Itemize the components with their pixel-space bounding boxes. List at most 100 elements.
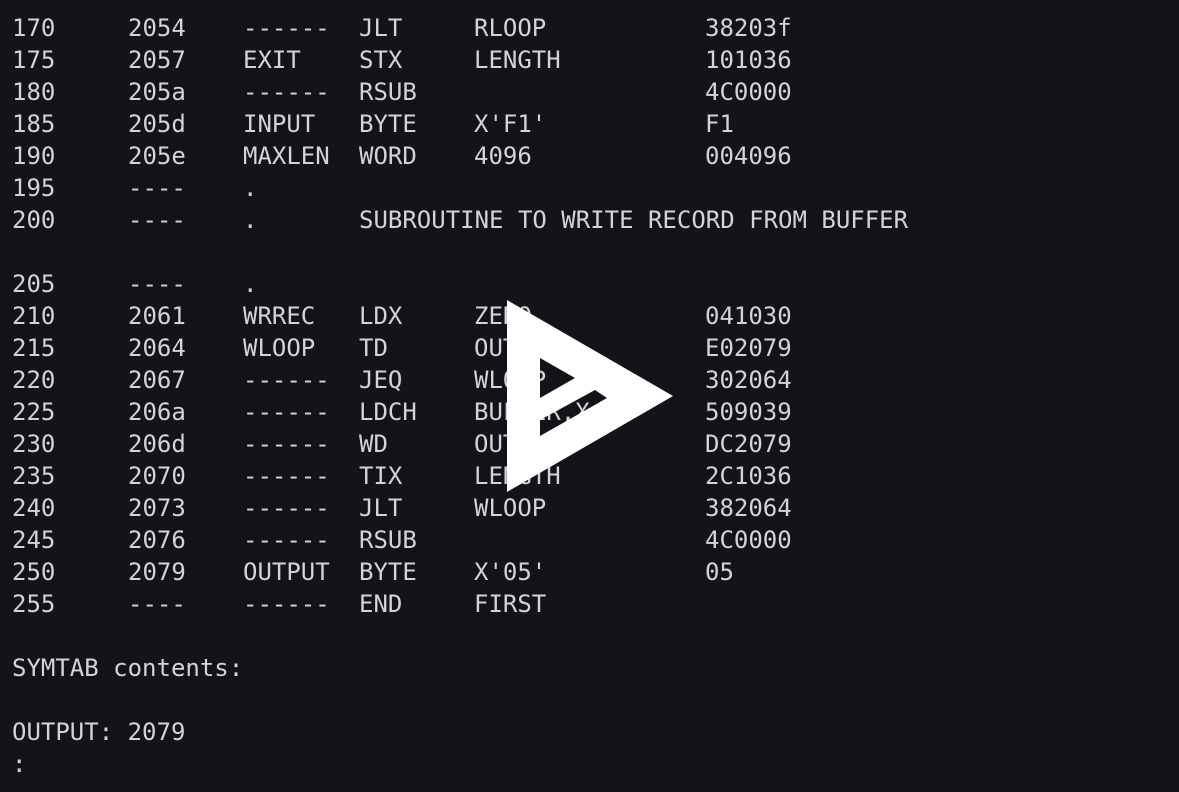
line-number: 255 [12, 590, 56, 618]
label: ------ [243, 366, 330, 394]
object-code: 2C1036 [705, 462, 792, 490]
opcode: JEQ [359, 366, 403, 394]
pager-prompt[interactable]: : [12, 748, 26, 780]
opcode: WORD [359, 142, 417, 170]
operand: X'05' [474, 558, 547, 586]
opcode: BYTE [359, 558, 417, 586]
label: ------ [243, 14, 330, 42]
line-number: 210 [12, 302, 56, 330]
label: ------ [243, 526, 330, 554]
label: WRREC [243, 302, 316, 330]
opcode: RSUB [359, 78, 417, 106]
location: ---- [128, 206, 186, 234]
comment-text: SUBROUTINE TO WRITE RECORD FROM BUFFER [359, 206, 909, 234]
location: ---- [128, 174, 186, 202]
label: WLOOP [243, 334, 316, 362]
object-code: 101036 [705, 46, 792, 74]
label: EXIT [243, 46, 301, 74]
location: 2073 [128, 494, 186, 522]
object-code: E02079 [705, 334, 792, 362]
label: ------ [243, 462, 330, 490]
listing-row: 245 2076 ------ RSUB 4C0000 [12, 524, 1179, 556]
label: ------ [243, 590, 330, 618]
listing-row: 190 205e MAXLEN WORD 4096 004096 [12, 140, 1179, 172]
operand: FIRST [474, 590, 547, 618]
opcode: LDCH [359, 398, 417, 426]
symtab-heading: SYMTAB contents: [12, 654, 244, 682]
opcode: WD [359, 430, 388, 458]
opcode: BYTE [359, 110, 417, 138]
listing-row: 195 ---- . [12, 172, 1179, 204]
operand: RLOOP [474, 14, 547, 42]
location: ---- [128, 590, 186, 618]
listing-row: 175 2057 EXIT STX LENGTH 101036 [12, 44, 1179, 76]
label: ------ [243, 494, 330, 522]
blank-row [12, 620, 1179, 652]
opcode: RSUB [359, 526, 417, 554]
line-number: 230 [12, 430, 56, 458]
location: 206d [128, 430, 186, 458]
object-code: 38203f [705, 14, 792, 42]
object-code: 041030 [705, 302, 792, 330]
line-number: 190 [12, 142, 56, 170]
opcode: LDX [359, 302, 403, 330]
label: . [243, 174, 258, 202]
line-number: 170 [12, 14, 56, 42]
symtab-row: OUTPUT: 2079 [12, 716, 1179, 748]
play-logo-icon [505, 298, 677, 496]
location: 2061 [128, 302, 186, 330]
line-number: 235 [12, 462, 56, 490]
line-number: 225 [12, 398, 56, 426]
location: 2070 [128, 462, 186, 490]
blank-row [12, 684, 1179, 716]
operand: X'F1' [474, 110, 547, 138]
location: ---- [128, 270, 186, 298]
opcode: STX [359, 46, 403, 74]
object-code: 4C0000 [705, 78, 792, 106]
location: 205a [128, 78, 186, 106]
opcode: JLT [359, 14, 403, 42]
location: 2057 [128, 46, 186, 74]
terminal-window: 170 2054 ------ JLT RLOOP 38203f 175 205… [0, 0, 1179, 792]
location: 2067 [128, 366, 186, 394]
location: 2054 [128, 14, 186, 42]
listing-row: 205 ---- . [12, 268, 1179, 300]
line-number: 185 [12, 110, 56, 138]
object-code: F1 [705, 110, 734, 138]
label: . [243, 270, 258, 298]
label: ------ [243, 78, 330, 106]
opcode: TD [359, 334, 388, 362]
operand: LENGTH [474, 46, 561, 74]
location: 2079 [128, 558, 186, 586]
listing-row: 240 2073 ------ JLT WLOOP 382064 [12, 492, 1179, 524]
symtab-entry: OUTPUT: 2079 [12, 718, 186, 746]
line-number: 215 [12, 334, 56, 362]
label: INPUT [243, 110, 316, 138]
blank-row [12, 236, 1179, 268]
symtab-row: SYMTAB contents: [12, 652, 1179, 684]
line-number: 195 [12, 174, 56, 202]
operand: 4096 [474, 142, 532, 170]
object-code: 382064 [705, 494, 792, 522]
listing-row: 170 2054 ------ JLT RLOOP 38203f [12, 12, 1179, 44]
listing-row: 250 2079 OUTPUT BYTE X'05' 05 [12, 556, 1179, 588]
location: 205d [128, 110, 186, 138]
label: ------ [243, 430, 330, 458]
location: 205e [128, 142, 186, 170]
line-number: 200 [12, 206, 56, 234]
object-code: 4C0000 [705, 526, 792, 554]
listing-row: 180 205a ------ RSUB 4C0000 [12, 76, 1179, 108]
line-number: 250 [12, 558, 56, 586]
label: MAXLEN [243, 142, 330, 170]
line-number: 205 [12, 270, 56, 298]
prompt-row[interactable]: : [12, 748, 1179, 780]
line-number: 240 [12, 494, 56, 522]
label: OUTPUT [243, 558, 330, 586]
opcode: TIX [359, 462, 403, 490]
object-code: DC2079 [705, 430, 792, 458]
location: 206a [128, 398, 186, 426]
opcode: END [359, 590, 403, 618]
listing-row: 200 ---- . SUBROUTINE TO WRITE RECORD FR… [12, 204, 1179, 236]
object-code: 509039 [705, 398, 792, 426]
location: 2076 [128, 526, 186, 554]
